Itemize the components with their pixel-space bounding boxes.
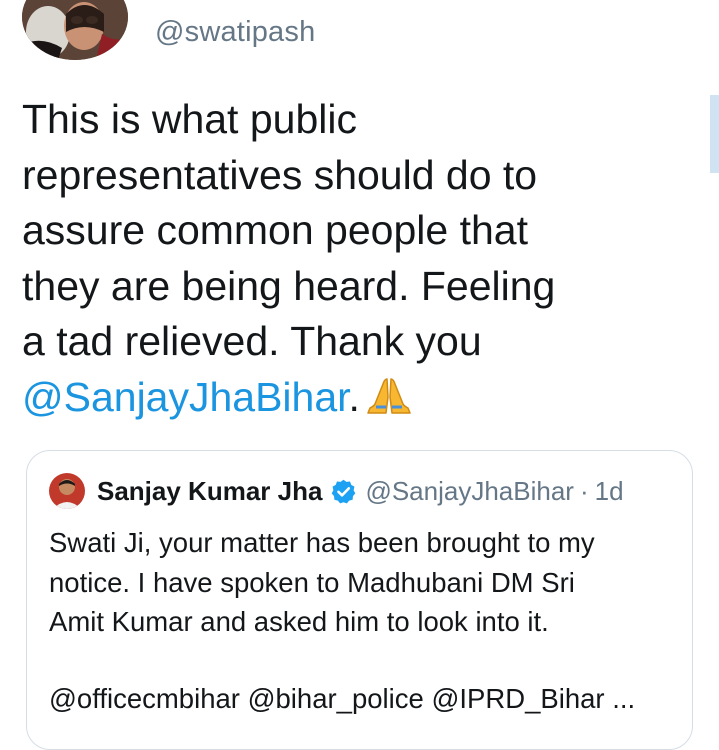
quoted-author-avatar[interactable]	[49, 473, 85, 509]
quoted-body-line: notice. I have spoken to Madhubani DM Sr…	[49, 566, 575, 598]
quoted-tweet-body: Swati Ji, your matter has been brought t…	[49, 523, 679, 642]
quoted-body-line: Swati Ji, your matter has been brought t…	[49, 527, 595, 558]
folded-hands-icon	[367, 377, 411, 414]
header-separator: ·	[579, 475, 589, 506]
quoted-author-handle[interactable]: @SanjayJhaBihar	[365, 476, 574, 507]
scrollbar-thumb[interactable]	[710, 95, 719, 173]
quoted-tweet-card[interactable]: Sanjay Kumar Jha @SanjayJhaBihar · 1d Sw…	[26, 450, 693, 750]
tweet-text-last-line: @SanjayJhaBihar.	[22, 370, 672, 426]
quoted-tweet-header: Sanjay Kumar Jha @SanjayJhaBihar · 1d	[49, 473, 624, 509]
profile-photo-image	[22, 0, 128, 60]
quoted-author-photo	[49, 473, 85, 509]
tweet-text-period: .	[348, 373, 360, 420]
tweet-text-line: assure common people that	[22, 207, 528, 253]
tweet-text-line: representatives should do to	[22, 151, 538, 198]
tweet-text-line: a tad relieved. Thank you	[22, 318, 482, 364]
author-avatar[interactable]	[22, 0, 128, 60]
quoted-tweet-mentions: @officecmbihar @bihar_police @IPRD_Bihar…	[49, 683, 636, 714]
mention-link[interactable]: @SanjayJhaBihar	[22, 374, 349, 420]
verified-badge-icon	[332, 479, 356, 503]
quoted-author-name[interactable]: Sanjay Kumar Jha	[97, 476, 322, 507]
quoted-body-line: Amit Kumar and asked him to look into it…	[49, 606, 549, 637]
tweet-text: This is what public representatives shou…	[22, 92, 672, 425]
tweet-text-line: they are being heard. Feeling	[22, 262, 556, 309]
quoted-tweet-timestamp[interactable]: 1d	[595, 476, 624, 507]
author-handle[interactable]: @swatipash	[155, 16, 315, 49]
tweet-text-line: This is what public	[22, 96, 357, 142]
